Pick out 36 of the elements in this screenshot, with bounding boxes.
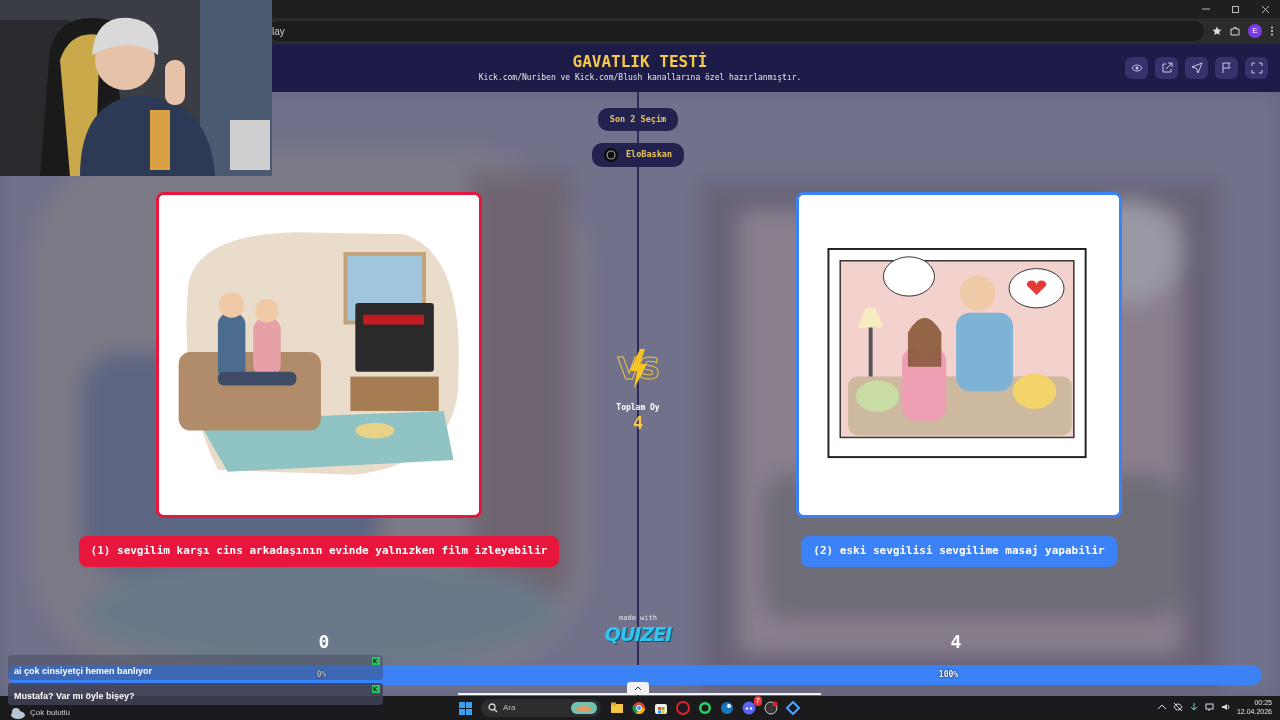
diamond-icon[interactable] (786, 701, 800, 715)
record-icon[interactable] (764, 701, 778, 715)
fullscreen-icon (1250, 62, 1263, 74)
star-icon[interactable] (1212, 26, 1222, 36)
network-icon[interactable] (1204, 702, 1215, 712)
send-icon (1190, 62, 1203, 74)
cloud-icon[interactable] (10, 707, 26, 719)
flag-icon (1220, 62, 1233, 74)
report-button[interactable] (1215, 57, 1238, 79)
notification-badge: 7 (753, 696, 762, 706)
view-button[interactable] (1125, 57, 1148, 79)
open-button[interactable] (1155, 57, 1178, 79)
address-text[interactable]: lay (272, 23, 285, 39)
quiz-title: GAVATLIK TESTİ (572, 52, 708, 72)
search-icon (488, 703, 498, 713)
restore-icon[interactable] (1230, 4, 1240, 14)
folder-icon[interactable] (610, 701, 624, 715)
weather-text[interactable]: Çok bulutlu (30, 708, 71, 718)
quiz-subtitle: Kick.com/Nuriben ve Kick.com/Blush kanallarına özel hazırlanmıştır. (478, 72, 802, 84)
browser-icon[interactable] (632, 701, 646, 715)
download-icon[interactable] (1188, 702, 1199, 712)
search-field[interactable]: Ara (481, 699, 601, 717)
speaker-icon[interactable] (1220, 702, 1231, 712)
share-button[interactable] (1185, 57, 1208, 79)
eye-off-icon[interactable] (1172, 702, 1183, 712)
chevron-up-icon[interactable] (1156, 702, 1167, 712)
windows-logo-icon (458, 701, 472, 715)
puzzle-icon[interactable] (1230, 26, 1240, 36)
close-icon[interactable] (1260, 4, 1270, 14)
profile-button[interactable]: E (1248, 24, 1262, 38)
store-icon[interactable] (654, 701, 668, 715)
eye-icon (1130, 62, 1143, 74)
more-icon[interactable] (1270, 26, 1274, 36)
external-link-icon (1160, 62, 1173, 74)
fullscreen-button[interactable] (1245, 57, 1268, 79)
app-icon[interactable] (676, 701, 690, 715)
